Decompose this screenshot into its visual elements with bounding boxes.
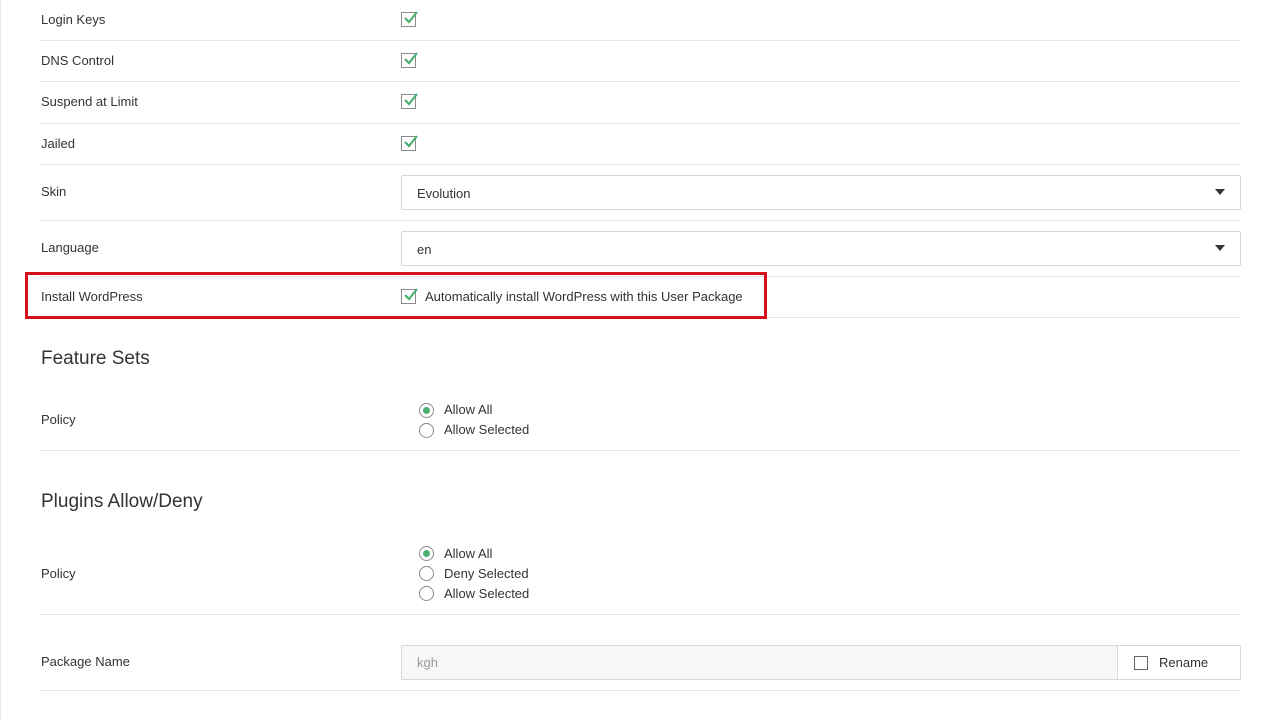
package-name-input[interactable] [402, 646, 1118, 679]
check-icon [404, 135, 418, 148]
feature-sets-radio-allow-selected[interactable] [419, 423, 434, 438]
language-label: Language [41, 240, 99, 255]
feature-sets-title: Feature Sets [41, 348, 150, 369]
row-plugins-policy: Policy [40, 534, 1241, 615]
plugins-policy-label: Policy [41, 566, 76, 581]
language-value: en [417, 242, 432, 257]
check-icon [404, 93, 418, 106]
skin-value: Evolution [417, 186, 471, 201]
row-suspend-limit: Suspend at Limit [40, 82, 1241, 124]
plugins-label-allow-selected[interactable]: Allow Selected [444, 586, 529, 601]
feature-sets-radio-allow-all[interactable] [419, 403, 434, 418]
row-dns-control: DNS Control [40, 41, 1241, 82]
check-icon [404, 11, 418, 24]
plugins-label-allow-all[interactable]: Allow All [444, 546, 492, 561]
feature-sets-policy-label: Policy [41, 412, 76, 427]
suspend-limit-checkbox[interactable] [401, 93, 418, 109]
package-name-field[interactable] [401, 645, 1118, 680]
row-jailed: Jailed [40, 124, 1241, 165]
row-language: Language en [40, 221, 1241, 277]
skin-label: Skin [41, 184, 67, 199]
login-keys-checkbox[interactable] [401, 11, 418, 27]
dns-control-checkbox[interactable] [401, 52, 418, 68]
row-feature-sets-policy: Policy [40, 390, 1241, 451]
package-name-label: Package Name [41, 654, 130, 669]
language-select[interactable]: en [401, 231, 1241, 266]
suspend-limit-label: Suspend at Limit [41, 94, 138, 109]
jailed-label: Jailed [41, 136, 75, 151]
feature-sets-label-allow-all[interactable]: Allow All [444, 402, 492, 417]
plugins-radio-allow-all[interactable] [419, 546, 434, 561]
feature-sets-label-allow-selected[interactable]: Allow Selected [444, 422, 529, 437]
check-icon [404, 52, 418, 65]
rename-toggle[interactable]: Rename [1117, 645, 1241, 680]
left-border [0, 0, 1, 720]
plugins-title: Plugins Allow/Deny [41, 491, 203, 512]
highlight-box [25, 272, 767, 319]
row-skin: Skin Evolution [40, 165, 1241, 221]
plugins-radio-deny-selected[interactable] [419, 566, 434, 581]
row-login-keys: Login Keys [40, 0, 1241, 41]
login-keys-label: Login Keys [41, 12, 106, 27]
rename-label[interactable]: Rename [1159, 655, 1208, 670]
dns-control-label: DNS Control [41, 53, 114, 68]
caret-down-icon [1215, 245, 1225, 251]
plugins-label-deny-selected[interactable]: Deny Selected [444, 566, 529, 581]
plugins-radio-allow-selected[interactable] [419, 586, 434, 601]
jailed-checkbox[interactable] [401, 135, 418, 151]
skin-select[interactable]: Evolution [401, 175, 1241, 210]
caret-down-icon [1215, 189, 1225, 195]
rename-checkbox[interactable] [1134, 656, 1148, 670]
